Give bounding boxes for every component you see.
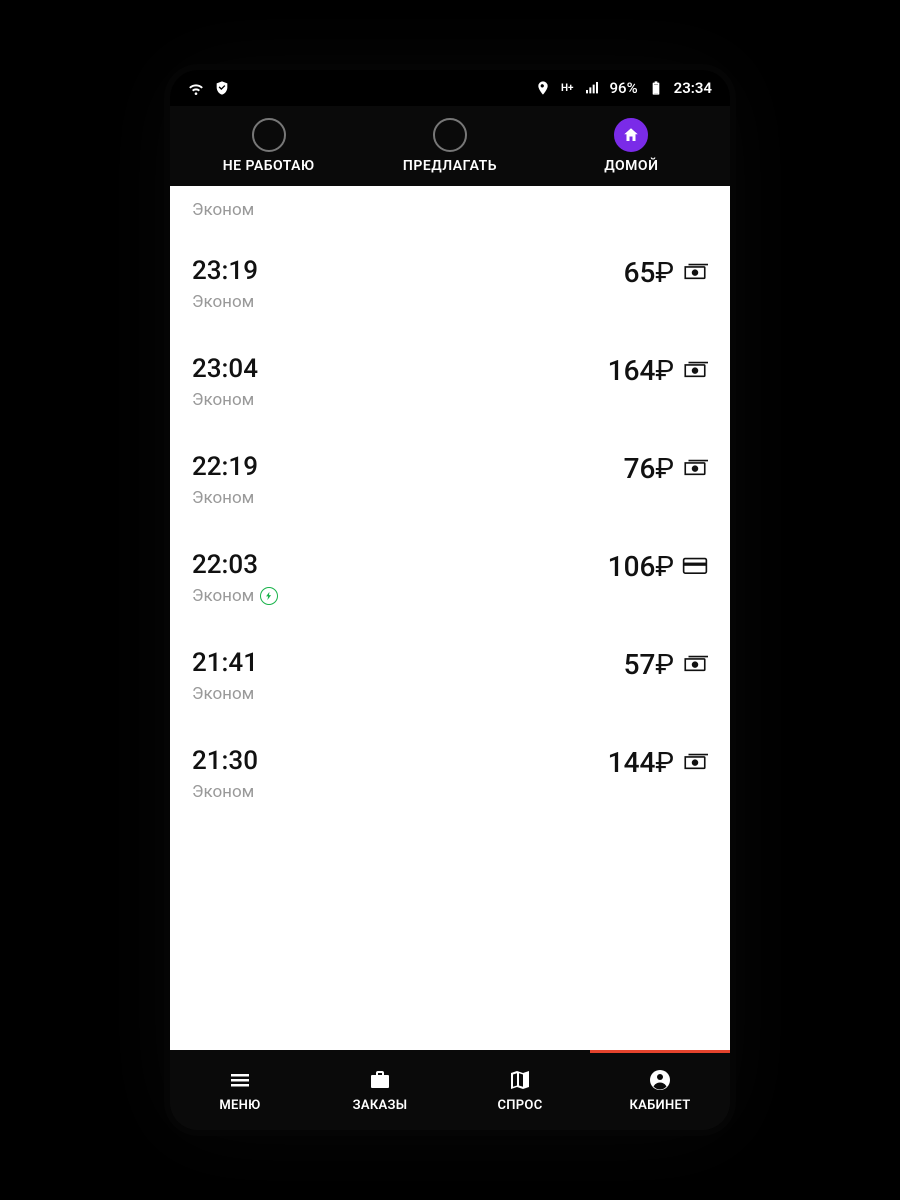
nav-label: ЗАКАЗЫ xyxy=(353,1098,408,1113)
order-price: 106₽ xyxy=(608,550,674,583)
location-icon xyxy=(535,80,551,96)
cash-icon xyxy=(682,751,708,775)
order-time: 23:19 xyxy=(192,256,624,286)
phone-frame: H+ 96% 23:34 НЕ РАБОТАЮ ПРЕДЛАГАТЬ ДОМОЙ xyxy=(170,70,730,1130)
order-class: Эконом xyxy=(192,292,624,312)
nav-account[interactable]: КАБИНЕТ xyxy=(590,1068,730,1113)
order-time: 21:30 xyxy=(192,746,608,776)
nav-demand[interactable]: СПРОС xyxy=(450,1068,590,1113)
account-icon xyxy=(646,1068,674,1092)
tab-offer[interactable]: ПРЕДЛАГАТЬ xyxy=(359,118,540,174)
tab-label: ДОМОЙ xyxy=(604,158,658,174)
bolt-icon xyxy=(260,587,278,605)
order-price: 164₽ xyxy=(608,354,674,387)
bottom-nav: МЕНЮ ЗАКАЗЫ СПРОС КАБИНЕТ xyxy=(170,1050,730,1130)
order-row[interactable]: 23:04 Эконом164₽ xyxy=(170,324,730,422)
order-row[interactable]: 21:30 Эконом144₽ xyxy=(170,716,730,814)
hamburger-icon xyxy=(226,1068,254,1092)
order-time: 21:41 xyxy=(192,648,624,678)
tab-not-working[interactable]: НЕ РАБОТАЮ xyxy=(178,118,359,174)
order-class: Эконом xyxy=(192,684,624,704)
order-row[interactable]: 21:41 Эконом57₽ xyxy=(170,618,730,716)
briefcase-icon xyxy=(366,1068,394,1092)
order-row[interactable]: 23:19 Эконом65₽ xyxy=(170,226,730,324)
radio-icon xyxy=(433,118,467,152)
order-time: 23:04 xyxy=(192,354,608,384)
order-class: Эконом xyxy=(192,390,608,410)
nav-orders[interactable]: ЗАКАЗЫ xyxy=(310,1068,450,1113)
order-time: 22:03 xyxy=(192,550,608,580)
cash-icon xyxy=(682,653,708,677)
order-row[interactable]: 22:03 Эконом 106₽ xyxy=(170,520,730,618)
signal-icon xyxy=(584,80,600,96)
nav-menu[interactable]: МЕНЮ xyxy=(170,1068,310,1113)
orders-list[interactable]: Эконом 23:19Эконом65₽23:04Эконом164₽22:1… xyxy=(170,186,730,1050)
order-class: Эконом xyxy=(192,586,608,606)
home-icon xyxy=(614,118,648,152)
nav-label: МЕНЮ xyxy=(219,1098,260,1113)
tab-label: ПРЕДЛАГАТЬ xyxy=(403,158,497,174)
nav-label: СПРОС xyxy=(497,1098,542,1113)
tab-home[interactable]: ДОМОЙ xyxy=(541,118,722,174)
cash-icon xyxy=(682,457,708,481)
battery-icon xyxy=(648,80,664,96)
wifi-icon xyxy=(188,80,204,96)
order-price: 144₽ xyxy=(608,746,674,779)
order-row[interactable]: 22:19 Эконом76₽ xyxy=(170,422,730,520)
map-icon xyxy=(506,1068,534,1092)
cash-icon xyxy=(682,359,708,383)
cash-icon xyxy=(682,261,708,285)
top-tabs: НЕ РАБОТАЮ ПРЕДЛАГАТЬ ДОМОЙ xyxy=(170,106,730,186)
order-price: 76₽ xyxy=(624,452,674,485)
card-icon xyxy=(682,555,708,579)
tab-label: НЕ РАБОТАЮ xyxy=(223,158,315,174)
section-heading: Эконом xyxy=(170,186,730,226)
battery-percent: 96% xyxy=(610,79,638,97)
order-price: 65₽ xyxy=(624,256,674,289)
order-price: 57₽ xyxy=(624,648,674,681)
nav-label: КАБИНЕТ xyxy=(629,1098,690,1113)
order-class: Эконом xyxy=(192,782,608,802)
clock: 23:34 xyxy=(674,79,712,97)
radio-icon xyxy=(252,118,286,152)
order-time: 22:19 xyxy=(192,452,624,482)
network-icon: H+ xyxy=(561,83,574,94)
order-class: Эконом xyxy=(192,488,624,508)
status-bar: H+ 96% 23:34 xyxy=(170,70,730,106)
shield-icon xyxy=(214,80,230,96)
